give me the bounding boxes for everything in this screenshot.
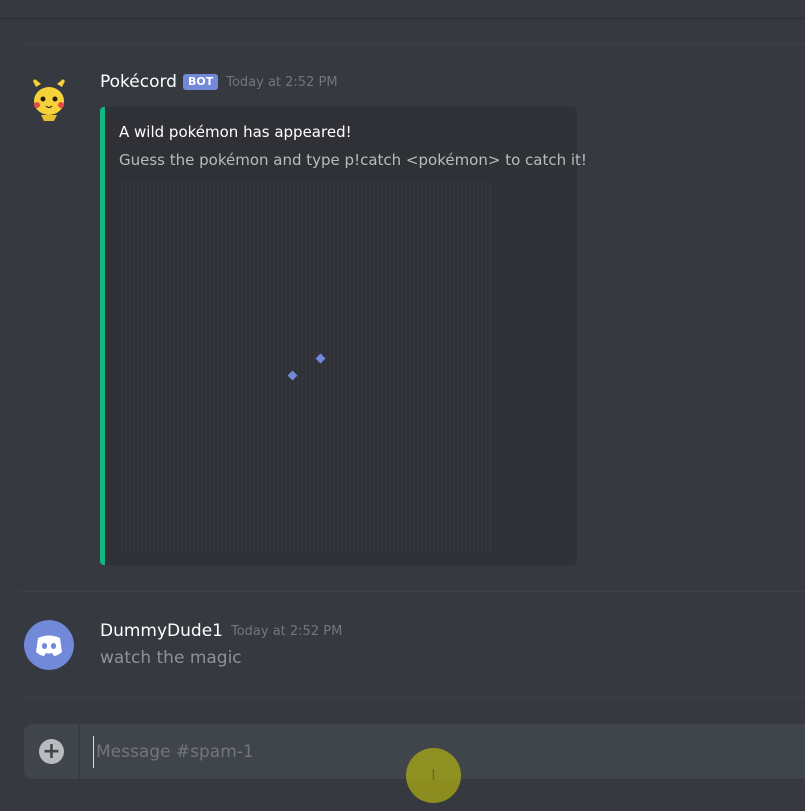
text-cursor-icon: I — [406, 748, 461, 803]
message-header: DummyDude1 Today at 2:52 PM — [100, 621, 342, 641]
message-divider — [20, 43, 805, 44]
pikachu-avatar-icon — [24, 73, 74, 123]
embed-title: A wild pokémon has appeared! — [119, 123, 352, 141]
message-divider — [20, 697, 805, 698]
loading-spinner-icon — [315, 353, 326, 364]
composer-separator — [79, 724, 80, 779]
plus-circle-icon: + — [42, 739, 61, 764]
embed-description: Guess the pokémon and type p!catch <poké… — [119, 151, 587, 169]
user-avatar[interactable] — [24, 620, 74, 670]
embed-image-loading[interactable] — [119, 181, 493, 553]
discord-logo-icon — [24, 620, 74, 670]
message-divider — [20, 591, 805, 592]
timestamp: Today at 2:52 PM — [226, 74, 338, 90]
loading-spinner-icon — [287, 370, 298, 381]
timestamp: Today at 2:52 PM — [230, 623, 343, 639]
bot-badge: BOT — [182, 74, 219, 90]
add-attachment-button[interactable]: + — [39, 739, 64, 764]
spawn-embed: A wild pokémon has appeared! Guess the p… — [100, 107, 587, 565]
top-divider — [0, 18, 805, 19]
message-header: Pokécord BOT Today at 2:52 PM — [100, 72, 338, 92]
username[interactable]: DummyDude1 — [100, 621, 223, 641]
username[interactable]: Pokécord — [100, 72, 177, 92]
message-text: watch the magic — [100, 648, 242, 668]
pokecord-avatar[interactable] — [24, 73, 74, 123]
